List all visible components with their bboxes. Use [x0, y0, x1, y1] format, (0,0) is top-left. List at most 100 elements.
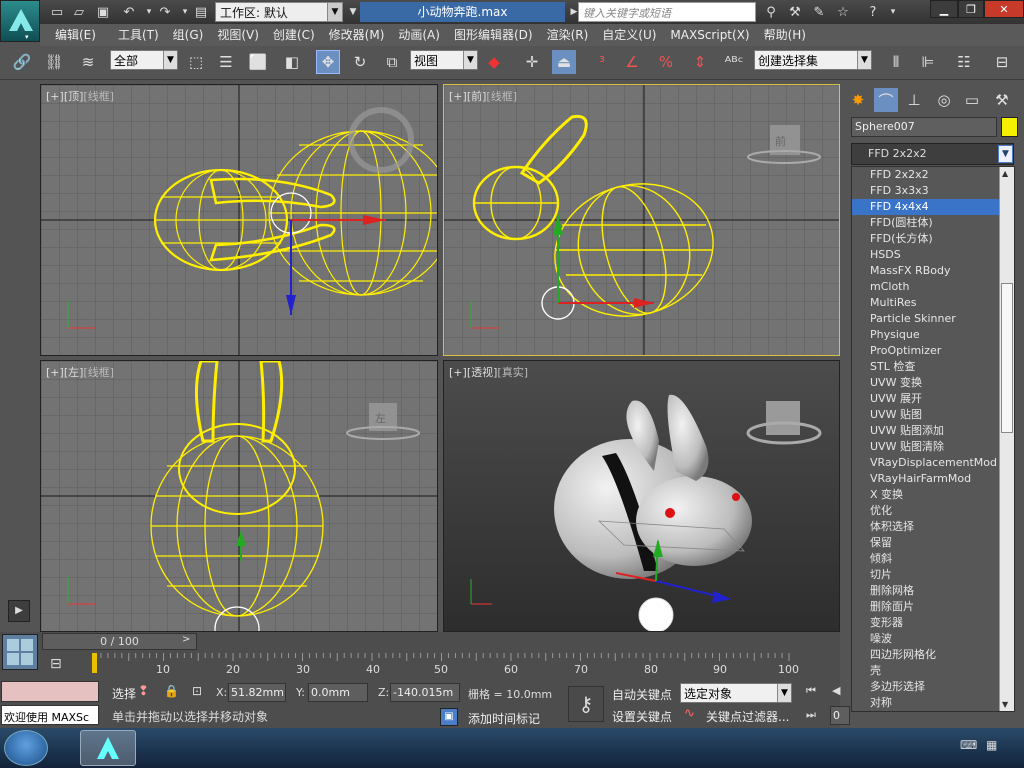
favorites-star-icon[interactable]: ☆	[834, 3, 852, 21]
mirror-icon[interactable]: ⫴	[884, 50, 908, 74]
modifier-list-item[interactable]: 体积选择	[852, 519, 1014, 535]
create-tab-icon[interactable]: ✸	[846, 88, 870, 112]
key-mode-icon[interactable]: ⏭	[806, 708, 816, 722]
track-bar-icon[interactable]: ⊟	[50, 656, 74, 676]
viewport-label[interactable]: [+][左][线框]	[46, 364, 114, 380]
edit-named-selection-icon[interactable]: ᴬᴮᶜ	[722, 50, 746, 74]
save-file-icon[interactable]: ▣	[94, 3, 112, 21]
utilities-tab-icon[interactable]: ⚒	[990, 88, 1014, 112]
modifier-list-item[interactable]: 壳	[852, 663, 1014, 679]
maxscript-mini-listener[interactable]: 欢迎使用 MAXSc	[1, 705, 99, 725]
modifier-list-item[interactable]: Physique	[852, 327, 1014, 343]
modifier-list-item[interactable]: UVW 贴图	[852, 407, 1014, 423]
menu-group[interactable]: 组(G)	[166, 24, 211, 46]
modifier-list-item[interactable]: 保留	[852, 535, 1014, 551]
spinner-snap-icon[interactable]: ⇕	[688, 50, 712, 74]
play-arrow-icon[interactable]: ▶	[8, 600, 30, 622]
percent-snap-icon[interactable]: %	[654, 50, 678, 74]
menu-rendering[interactable]: 渲染(R)	[540, 24, 596, 46]
key-filter-selection-dropdown[interactable]: 选定对象 ▼	[680, 683, 792, 703]
display-tab-icon[interactable]: ▭	[960, 88, 984, 112]
project-folder-icon[interactable]: ▤	[192, 3, 210, 21]
modifier-list-item[interactable]: FFD(圆柱体)	[852, 215, 1014, 231]
help-icon[interactable]: ?	[864, 3, 882, 21]
window-crossing-icon[interactable]: ◧	[280, 50, 304, 74]
modifier-list-item[interactable]: MassFX RBody	[852, 263, 1014, 279]
maxscript-listener-output[interactable]	[1, 681, 99, 702]
modifier-list-item[interactable]: 变形器	[852, 615, 1014, 631]
time-slider[interactable]: 0 / 100	[42, 633, 197, 650]
modifier-list-item[interactable]: 切片	[852, 567, 1014, 583]
select-and-scale-icon[interactable]: ⧉	[380, 50, 404, 74]
modifier-list-item[interactable]: 四边形网格化	[852, 647, 1014, 663]
key-tangent-icon[interactable]: ∿	[684, 706, 695, 721]
search-input[interactable]: 键入关键字或短语	[578, 2, 756, 22]
viewport-label[interactable]: [+][顶][线框]	[46, 88, 114, 104]
set-key-button[interactable]: 设置关键点	[612, 708, 672, 725]
x-coordinate-input[interactable]: 51.82mm	[228, 683, 286, 702]
modifier-list-dropdown[interactable]: FFD 2x2x2 ▼	[851, 143, 1014, 165]
menu-animation[interactable]: 动画(A)	[391, 24, 447, 46]
close-button[interactable]: ✕	[984, 0, 1024, 18]
modifier-list-item[interactable]: FFD 2x2x2	[852, 167, 1014, 183]
unlink-icon[interactable]: ⛓	[42, 50, 66, 74]
menu-tools[interactable]: 工具(T)	[111, 24, 166, 46]
modifier-list-item[interactable]: mCloth	[852, 279, 1014, 295]
motion-tab-icon[interactable]: ◎	[932, 88, 956, 112]
align-icon[interactable]: ⊫	[916, 50, 940, 74]
modifier-list-item[interactable]: ProOptimizer	[852, 343, 1014, 359]
workspace-dropdown[interactable]: 工作区: 默认 ▼	[215, 2, 343, 22]
modifier-list-item[interactable]: 优化	[852, 503, 1014, 519]
bind-space-warp-icon[interactable]: ≋	[76, 50, 100, 74]
communication-icon[interactable]: ✎	[810, 3, 828, 21]
windows-start-button[interactable]	[4, 730, 48, 766]
help-dropdown-icon[interactable]: ▾	[884, 3, 902, 21]
time-tag-icon[interactable]: ▣	[440, 708, 458, 726]
modifier-list-item[interactable]: VRayHairFarmMod	[852, 471, 1014, 487]
selection-lock-icon[interactable]: 🔒	[164, 684, 179, 698]
modifier-list-item[interactable]: FFD(长方体)	[852, 231, 1014, 247]
viewport-perspective[interactable]: [+][透视][真实]	[443, 360, 840, 632]
minimize-button[interactable]: ▁	[930, 0, 958, 18]
add-time-tag-button[interactable]: 添加时间标记	[468, 710, 540, 727]
select-object-icon[interactable]: ⬚	[184, 50, 208, 74]
modifier-list-item[interactable]: 倾斜	[852, 551, 1014, 567]
new-file-icon[interactable]: ▭	[48, 3, 66, 21]
modifier-list-item[interactable]: X 变换	[852, 487, 1014, 503]
absolute-mode-icon[interactable]: ⊡	[192, 684, 202, 698]
set-key-icon[interactable]: ⚷	[568, 686, 604, 722]
current-frame-input[interactable]: 0	[830, 706, 850, 725]
y-coordinate-input[interactable]: 0.0mm	[308, 683, 368, 702]
viewport-top[interactable]: [+][顶][线框]	[40, 84, 438, 356]
track-bar[interactable]: 10 20 30 40 50 60 70 80 90 100	[92, 653, 799, 680]
named-selection-dropdown[interactable]: 创建选择集 ▼	[754, 50, 872, 70]
rectangular-selection-icon[interactable]: ⬜	[246, 50, 270, 74]
viewport-label[interactable]: [+][前][线框]	[449, 88, 517, 104]
previous-frame-icon[interactable]: ◀	[832, 684, 840, 697]
network-tray-icon[interactable]: ▦	[986, 738, 997, 752]
auto-key-button[interactable]: 自动关键点	[612, 686, 672, 703]
modifier-list-item[interactable]: Particle Skinner	[852, 311, 1014, 327]
scrollbar-thumb[interactable]	[1001, 283, 1013, 433]
modifier-list-item[interactable]: 删除面片	[852, 599, 1014, 615]
selection-filter-dropdown[interactable]: 全部 ▼	[110, 50, 178, 70]
modifier-list-item[interactable]: STL 检查	[852, 359, 1014, 375]
menu-help[interactable]: 帮助(H)	[757, 24, 813, 46]
reference-coordinate-dropdown[interactable]: 视图 ▼	[410, 50, 478, 70]
modify-tab-icon[interactable]: ⌒	[874, 88, 898, 112]
modifier-list-item[interactable]: MultiRes	[852, 295, 1014, 311]
snaps-toggle-icon[interactable]: ³	[590, 50, 614, 74]
select-manipulate-icon[interactable]: ✛	[520, 50, 544, 74]
link-icon[interactable]: 🔗	[10, 50, 34, 74]
binoculars-icon[interactable]: ⚲	[762, 3, 780, 21]
menu-create[interactable]: 创建(C)	[266, 24, 322, 46]
z-coordinate-input[interactable]: -140.015m	[390, 683, 460, 702]
select-and-rotate-icon[interactable]: ↻	[348, 50, 372, 74]
hierarchy-tab-icon[interactable]: ⊥	[902, 88, 926, 112]
object-name-field[interactable]: Sphere007	[851, 117, 997, 137]
menu-views[interactable]: 视图(V)	[210, 24, 266, 46]
menu-edit[interactable]: 编辑(E)	[48, 24, 103, 46]
menu-modifiers[interactable]: 修改器(M)	[322, 24, 392, 46]
modifier-list-item[interactable]: 多边形选择	[852, 679, 1014, 695]
menu-maxscript[interactable]: MAXScript(X)	[663, 24, 756, 46]
